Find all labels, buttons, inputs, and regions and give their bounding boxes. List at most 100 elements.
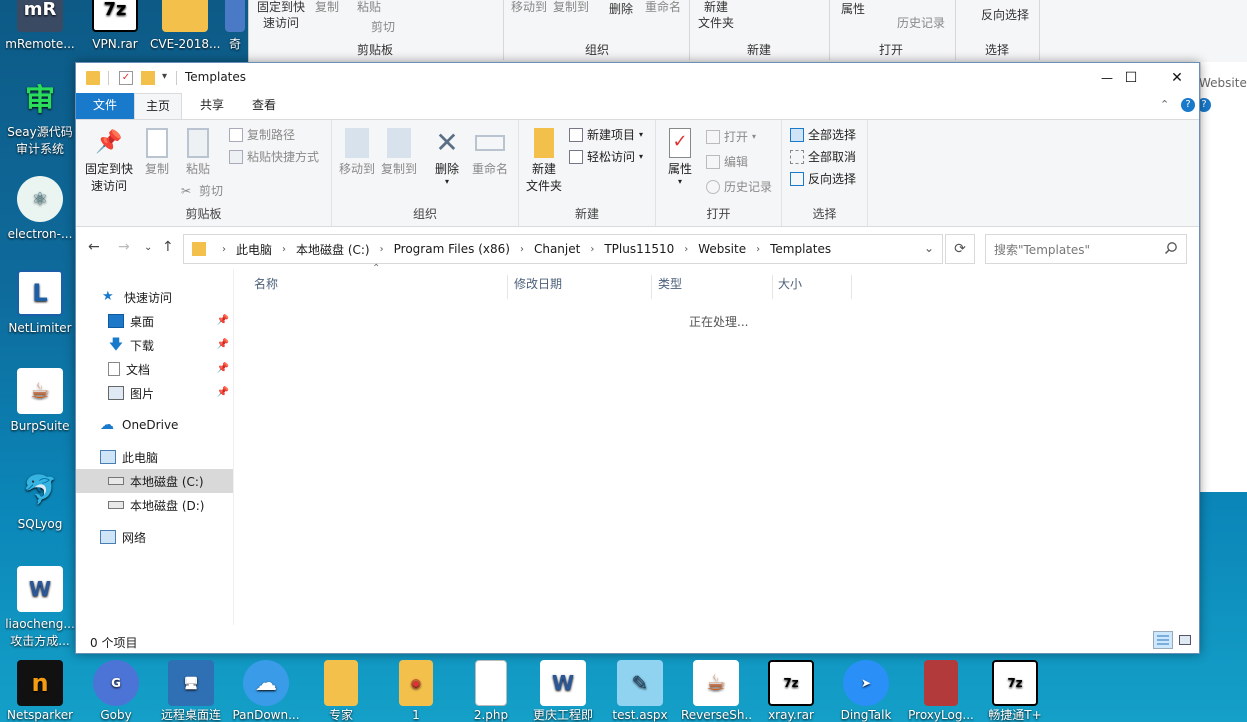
desktop-icon-burpsuite[interactable]: ☕ BurpSuite — [5, 368, 75, 435]
desktop-icon-goby[interactable]: G Goby — [81, 660, 151, 722]
copy-path-button[interactable]: 复制路径 — [229, 126, 295, 143]
up-arrow-icon[interactable]: ↑ — [162, 239, 174, 255]
nav-this-pc[interactable]: 此电脑 — [76, 445, 233, 469]
maximize-button[interactable]: ☐ — [1108, 63, 1154, 93]
collapse-ribbon-icon[interactable]: ⌃ — [1160, 98, 1169, 111]
search-input[interactable]: 搜索"Templates" — [985, 234, 1187, 264]
breadcrumb-drive-c[interactable]: 本地磁盘 (C:) — [296, 241, 370, 258]
nav-drive-c[interactable]: 本地磁盘 (C:) — [76, 469, 233, 493]
desktop-icon-test-aspx[interactable]: ✎ test.aspx — [605, 660, 675, 722]
help-icon[interactable]: ? — [1181, 98, 1195, 112]
invert-selection-button[interactable]: 反向选择 — [790, 170, 856, 187]
desktop-icon-xray-rar[interactable]: 7z xray.rar — [756, 660, 826, 722]
breadcrumb-chanjet[interactable]: Chanjet — [534, 242, 580, 256]
new-item-button[interactable]: 新建项目 ▾ — [569, 126, 643, 143]
desktop-icon-electron[interactable]: ⚛ electron-... — [5, 176, 75, 243]
status-bar: 0 个项目 — [76, 625, 1199, 653]
desktop-icon-mremote[interactable]: mR mRemote... — [5, 0, 75, 53]
chevron-down-icon: ▾ — [639, 152, 644, 161]
nav-desktop[interactable]: 桌面 📌 — [76, 309, 233, 333]
processing-message: 正在处理... — [689, 315, 749, 329]
divider — [176, 71, 177, 85]
breadcrumb-this-pc[interactable]: 此电脑 — [236, 241, 272, 258]
paste-button[interactable]: 粘贴 — [179, 128, 217, 178]
new-folder-button[interactable]: 新建 文件夹 — [523, 128, 565, 195]
address-dropdown-icon[interactable]: ⌄ — [924, 241, 934, 255]
move-to-button[interactable]: 移动到 — [336, 128, 378, 178]
delete-button[interactable]: ✕ 删除 ▾ — [428, 128, 466, 186]
desktop-icon-reverseshell[interactable]: ☕ ReverseSh... — [681, 660, 751, 722]
desktop-icon-sqlyog[interactable]: 🐬 SQLyog — [5, 466, 75, 533]
rename-button[interactable]: 重命名 — [468, 128, 512, 178]
desktop-icon-cve[interactable]: CVE-2018... — [150, 0, 220, 53]
desktop-icon-netlimiter[interactable]: L NetLimiter — [5, 270, 75, 337]
paste-shortcut-button[interactable]: 粘贴快捷方式 — [229, 148, 319, 165]
tab-home[interactable]: 主页 — [134, 93, 182, 119]
tab-file[interactable]: 文件 — [76, 93, 134, 119]
select-all-button[interactable]: 全部选择 — [790, 126, 856, 143]
back-arrow-icon[interactable]: ← — [88, 239, 100, 255]
history-button[interactable]: 历史记录 — [706, 178, 772, 195]
desktop-icon-remote-desktop[interactable]: 🖥 远程桌面连 — [156, 660, 226, 722]
desktop-icon-proxylog[interactable]: ProxyLog... — [906, 660, 976, 722]
desktop-icon-doc[interactable]: W 更庆工程即 — [528, 660, 598, 722]
pin-icon: 📌 — [216, 387, 229, 398]
breadcrumb-tplus[interactable]: TPlus11510 — [604, 242, 674, 256]
recent-locations-chevron-icon[interactable]: ⌄ — [144, 242, 152, 253]
address-box[interactable]: › 此电脑 › 本地磁盘 (C:) › Program Files (x86) … — [183, 234, 943, 264]
copy-to-icon — [387, 128, 411, 158]
pin-icon: 📌 — [216, 339, 229, 350]
desktop-icon-php[interactable]: 2.php — [456, 660, 526, 722]
nav-quick-access[interactable]: ★ 快速访问 — [76, 285, 233, 309]
delete-x-icon: ✕ — [435, 126, 459, 159]
large-icons-view-icon[interactable] — [1175, 631, 1195, 649]
copy-button[interactable]: 复制 — [138, 128, 176, 178]
close-button[interactable]: ✕ — [1154, 63, 1200, 93]
forward-arrow-icon[interactable]: → — [118, 239, 130, 255]
desktop-icon-pandown[interactable]: ☁ PanDown... — [231, 660, 301, 722]
breadcrumb-program-files[interactable]: Program Files (x86) — [394, 242, 510, 256]
nav-documents[interactable]: 文档 📌 — [76, 357, 233, 381]
desktop-icon-vpn[interactable]: 7z VPN.rar — [80, 0, 150, 53]
copy-to-button[interactable]: 复制到 — [378, 128, 420, 178]
desktop-icon-partial[interactable]: 奇 — [222, 0, 248, 53]
column-header-type[interactable]: 类型 — [638, 275, 773, 299]
edit-button[interactable]: 编辑 — [706, 153, 748, 170]
desktop-icon-dingtalk[interactable]: ➤ DingTalk — [831, 660, 901, 722]
pin-to-quick-access-button[interactable]: 📌 固定到快 速访问 — [82, 128, 136, 195]
download-arrow-icon: 🡇 — [108, 337, 124, 353]
nav-network[interactable]: 网络 — [76, 525, 233, 549]
copy-path-icon — [229, 127, 243, 142]
properties-icon[interactable]: ✓ — [119, 71, 133, 85]
column-header-modified[interactable]: 修改日期 — [494, 275, 652, 299]
easy-access-button[interactable]: 轻松访问 ▾ — [569, 148, 643, 165]
desktop-icon-seay[interactable]: 审 Seay源代码 审计系统 — [5, 74, 75, 158]
breadcrumb-website[interactable]: Website — [698, 242, 746, 256]
archive-folder-icon — [924, 660, 958, 706]
new-folder-icon[interactable] — [141, 71, 155, 85]
nav-drive-d[interactable]: 本地磁盘 (D:) — [76, 493, 233, 517]
desktop-icon-chanjet[interactable]: 7z 畅捷通T+ — [980, 660, 1050, 722]
ribbon-tabs: 文件 主页 共享 查看 ⌃ ? — [76, 93, 1199, 119]
java-icon: ☕ — [17, 368, 63, 414]
nav-onedrive[interactable]: ☁ OneDrive — [76, 413, 233, 437]
refresh-icon[interactable]: ⟳ — [945, 234, 975, 264]
netlimiter-icon: L — [17, 270, 63, 316]
tab-view[interactable]: 查看 — [240, 93, 288, 119]
properties-button[interactable]: ✓ 属性 ▾ — [660, 128, 700, 186]
cut-button[interactable]: ✂ 剪切 — [181, 182, 223, 199]
column-header-name[interactable]: 名称 — [234, 275, 508, 299]
chevron-down-icon[interactable]: ▾ — [162, 71, 167, 82]
desktop-icon-netsparker[interactable]: n Netsparker — [5, 660, 75, 722]
desktop-icon-expert[interactable]: 专家 — [306, 660, 376, 722]
breadcrumb-templates[interactable]: Templates — [770, 242, 831, 256]
nav-downloads[interactable]: 🡇 下载 📌 — [76, 333, 233, 357]
select-none-button[interactable]: 全部取消 — [790, 148, 856, 165]
open-item-button[interactable]: 打开 ▾ — [706, 128, 756, 145]
tab-share[interactable]: 共享 — [188, 93, 236, 119]
desktop-icon-word-doc[interactable]: W liaocheng... 攻击方成... — [5, 566, 75, 650]
desktop-icon-1[interactable]: ◉ 1 — [381, 660, 451, 722]
column-header-size[interactable]: 大小 — [758, 275, 852, 299]
nav-pictures[interactable]: 图片 📌 — [76, 381, 233, 405]
details-view-icon[interactable] — [1153, 631, 1173, 649]
